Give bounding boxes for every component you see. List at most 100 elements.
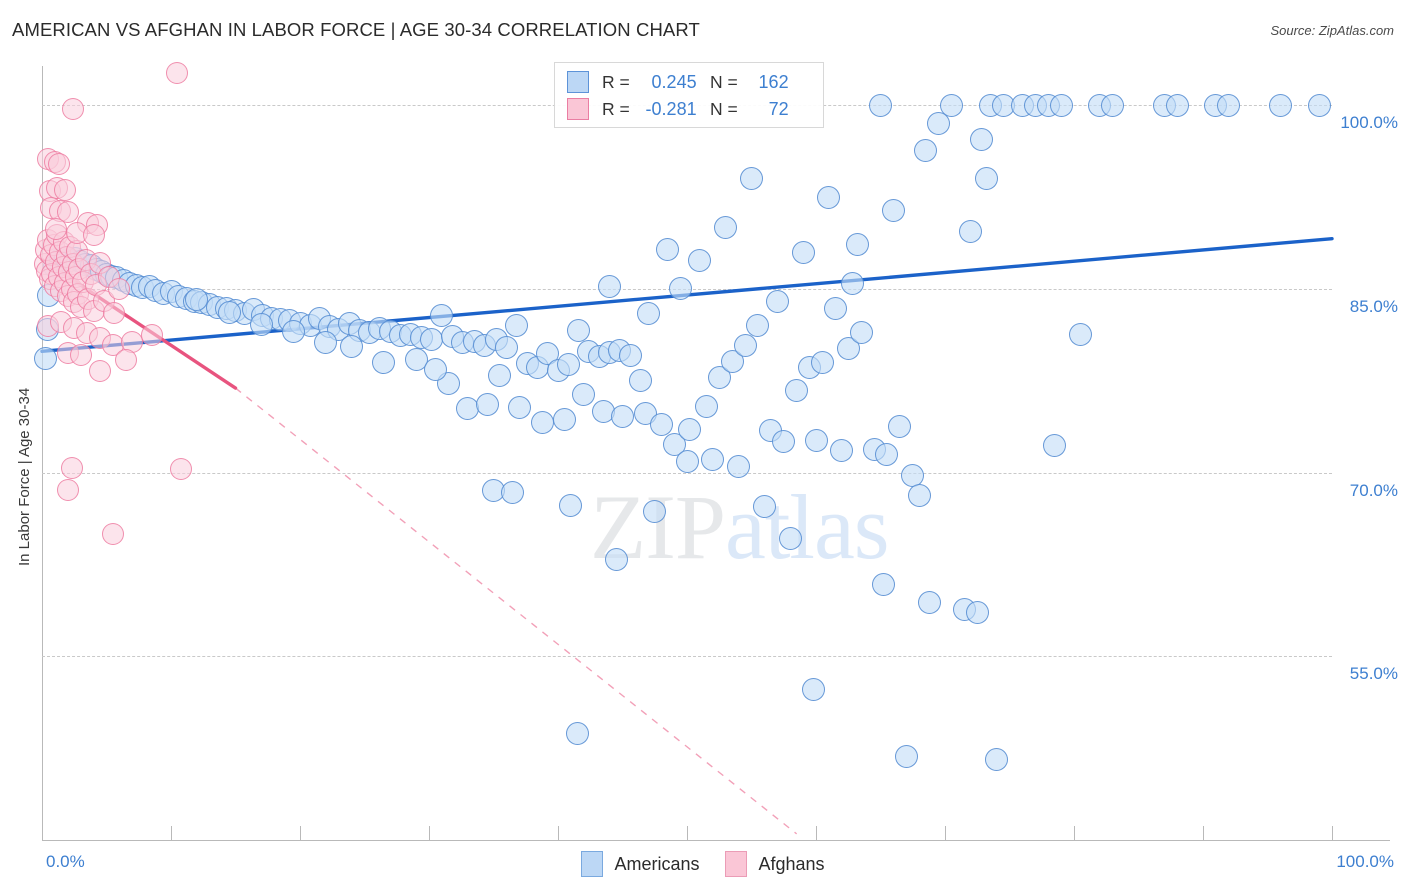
data-point-blue xyxy=(565,721,589,745)
data-point-blue xyxy=(801,677,825,701)
data-point-blue xyxy=(1068,322,1092,346)
data-point-blue xyxy=(1217,93,1241,117)
data-point-blue xyxy=(531,410,555,434)
data-point-blue xyxy=(340,334,364,358)
data-point-blue xyxy=(572,382,596,406)
y-axis-tick-label: 100.0% xyxy=(1340,113,1398,133)
data-point-blue xyxy=(694,394,718,418)
data-point-blue xyxy=(567,319,591,343)
data-point-blue xyxy=(791,240,815,264)
data-point-pink xyxy=(69,344,92,367)
data-point-blue xyxy=(740,167,763,191)
y-axis-tick-label: 55.0% xyxy=(1349,664,1398,684)
data-point-blue xyxy=(849,321,873,345)
afghans-swatch-icon xyxy=(567,98,589,120)
y-axis-title: In Labor Force | Age 30-34 xyxy=(0,58,33,566)
data-point-blue xyxy=(845,233,869,257)
data-point-blue xyxy=(598,274,622,298)
x-axis-tick xyxy=(816,826,817,841)
data-point-blue xyxy=(901,463,925,487)
afghans-r-value: -0.281 xyxy=(645,98,697,119)
data-point-pink xyxy=(56,478,79,501)
data-point-blue xyxy=(249,312,273,336)
data-point-blue xyxy=(507,396,531,420)
americans-r-label: R = xyxy=(602,71,635,92)
correlation-stats-box: R = 0.245 N = 162 R = -0.281 N = 72 xyxy=(554,62,824,128)
data-point-blue xyxy=(871,572,895,596)
source-label: Source: ZipAtlas.com xyxy=(1270,23,1394,38)
y-axis-tick-label: 70.0% xyxy=(1349,480,1398,500)
data-point-blue xyxy=(420,327,444,351)
data-point-pink xyxy=(47,152,70,175)
x-axis-tick xyxy=(687,826,688,841)
data-point-blue xyxy=(881,199,905,222)
x-axis-line xyxy=(42,840,1390,841)
data-point-blue xyxy=(423,358,447,382)
data-point-blue xyxy=(1165,93,1189,117)
data-point-blue xyxy=(765,289,789,313)
americans-n-label: N = xyxy=(710,71,743,92)
data-point-blue xyxy=(1101,93,1125,117)
data-point-blue xyxy=(823,296,847,320)
x-axis-tick xyxy=(300,826,301,841)
data-point-blue xyxy=(636,301,660,325)
data-point-pink xyxy=(101,522,124,545)
data-point-blue xyxy=(918,590,942,614)
x-axis-tick xyxy=(429,826,430,841)
stats-row-americans: R = 0.245 N = 162 xyxy=(567,69,789,95)
legend-item-americans[interactable]: Americans xyxy=(581,851,699,877)
page-title: AMERICAN VS AFGHAN IN LABOR FORCE | AGE … xyxy=(12,19,700,40)
data-point-blue xyxy=(888,414,912,438)
data-point-blue xyxy=(914,139,938,162)
americans-legend-swatch-icon xyxy=(581,851,604,877)
x-axis-tick xyxy=(558,826,559,841)
afghans-r-label: R = xyxy=(602,98,635,119)
legend-item-afghans[interactable]: Afghans xyxy=(725,851,825,877)
data-point-blue xyxy=(869,93,892,117)
data-point-blue xyxy=(778,527,802,551)
data-point-blue xyxy=(969,127,993,151)
y-axis-tick-label: 85.0% xyxy=(1349,296,1398,316)
data-point-blue xyxy=(611,404,634,428)
data-point-blue xyxy=(618,343,642,367)
data-point-blue xyxy=(840,272,864,296)
x-axis-tick xyxy=(171,826,172,841)
data-point-blue xyxy=(959,219,983,243)
data-point-blue xyxy=(501,480,525,504)
data-point-blue xyxy=(810,350,834,374)
data-point-blue xyxy=(894,745,918,769)
data-point-blue xyxy=(556,353,580,377)
data-point-pink xyxy=(45,217,68,240)
data-point-blue xyxy=(494,336,518,360)
x-axis-tick xyxy=(1074,826,1075,841)
data-point-pink xyxy=(140,324,163,347)
afghans-legend-swatch-icon xyxy=(725,851,748,877)
correlation-chart: AMERICAN VS AFGHAN IN LABOR FORCE | AGE … xyxy=(0,0,1406,892)
plot-area: ZIPatlas xyxy=(33,62,1334,840)
data-point-blue xyxy=(965,600,989,624)
data-point-blue xyxy=(733,333,757,357)
data-point-blue xyxy=(1049,93,1073,117)
afghans-legend-label: Afghans xyxy=(758,853,825,874)
data-point-blue xyxy=(604,548,628,572)
x-axis-tick xyxy=(1332,826,1333,841)
data-point-pink xyxy=(61,97,84,120)
data-point-blue xyxy=(701,447,725,471)
data-point-pink xyxy=(54,178,77,201)
stats-row-afghans: R = -0.281 N = 72 xyxy=(567,96,789,122)
data-point-pink xyxy=(89,359,112,382)
x-axis-tick xyxy=(1203,826,1204,841)
data-point-pink xyxy=(114,348,137,371)
data-point-blue xyxy=(1307,93,1331,117)
data-point-blue xyxy=(475,392,499,416)
data-point-blue xyxy=(217,300,241,324)
americans-swatch-icon xyxy=(567,71,589,93)
data-point-blue xyxy=(675,450,699,474)
y-axis-title-text: In Labor Force | Age 30-34 xyxy=(16,387,33,566)
data-point-blue xyxy=(927,112,951,136)
americans-n-value: 162 xyxy=(758,71,789,92)
data-point-pink xyxy=(82,224,105,246)
americans-legend-label: Americans xyxy=(614,853,700,874)
data-point-blue xyxy=(974,167,998,191)
afghans-n-value: 72 xyxy=(768,98,789,119)
